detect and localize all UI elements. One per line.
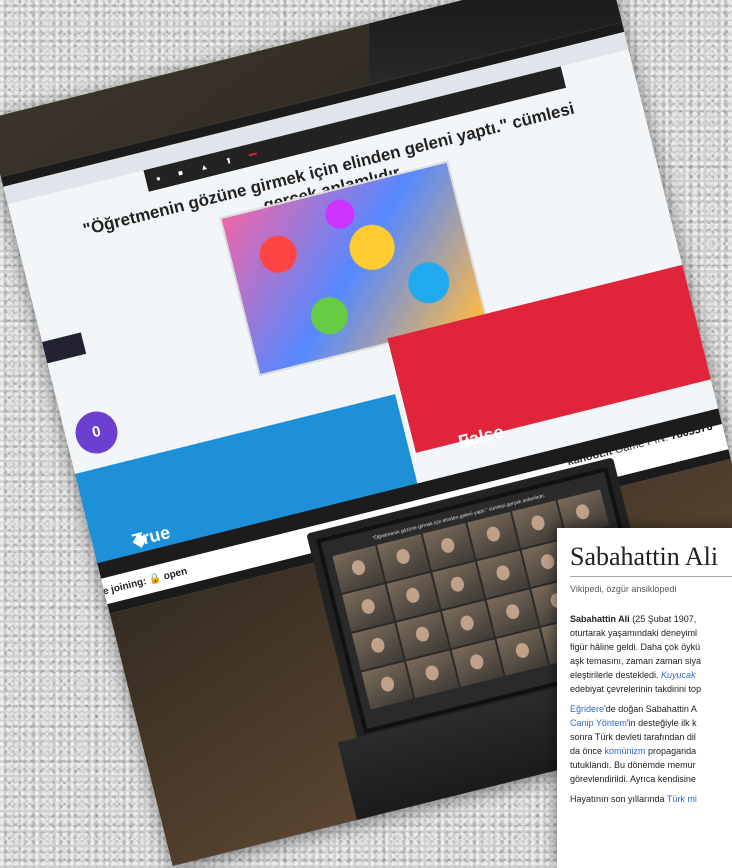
wikipedia-snippet: Sabahattin Ali Vikipedi, özgür ansiklope… xyxy=(557,528,732,868)
wiki-link-turk-mi[interactable]: Türk mi xyxy=(667,794,697,804)
mic-icon: ● xyxy=(154,173,162,183)
answer-false-label: False xyxy=(456,421,506,452)
wiki-subtitle: Vikipedi, özgür ansiklopedi xyxy=(570,584,677,594)
lock-icon: 🔒 xyxy=(147,572,163,587)
wiki-link-egridere[interactable]: Eğridere xyxy=(570,704,604,714)
wiki-paragraph-1: Sabahattin Ali (25 Şubat 1907, oturtarak… xyxy=(570,614,702,694)
wiki-paragraph-2: Eğridere'de doğan Sabahattin A Canip Yön… xyxy=(570,704,697,784)
wiki-link-komunizm[interactable]: komünizm xyxy=(605,746,646,756)
wiki-link-kuyucak[interactable]: Kuyucak xyxy=(661,670,696,680)
share-icon: ⬆ xyxy=(224,155,233,166)
side-panel xyxy=(22,332,87,369)
wiki-body: Sabahattin Ali (25 Şubat 1907, oturtarak… xyxy=(570,612,732,812)
video-tile xyxy=(361,661,414,710)
video-tile xyxy=(451,639,504,688)
video-tile xyxy=(496,628,549,676)
participants-icon: ▲ xyxy=(199,161,209,172)
wiki-paragraph-3: Hayatının son yıllarında Türk mi xyxy=(570,794,697,804)
timer-badge: 0 xyxy=(71,407,122,458)
wiki-divider xyxy=(570,576,732,577)
record-badge xyxy=(249,152,258,157)
wiki-link-canip-yontem[interactable]: Canip Yöntem xyxy=(570,718,627,728)
wiki-title: Sabahattin Ali xyxy=(570,542,719,571)
video-tile xyxy=(406,650,459,699)
video-icon: ■ xyxy=(176,167,184,178)
